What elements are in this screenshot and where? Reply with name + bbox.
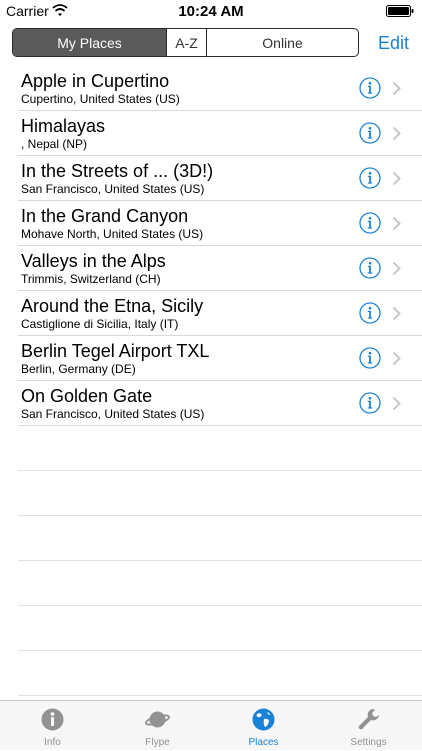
edit-button[interactable]: Edit	[378, 33, 409, 54]
place-subtitle: , Nepal (NP)	[21, 137, 88, 151]
list-item[interactable]: Berlin Tegel Airport TXL Berlin, Germany …	[0, 336, 422, 381]
nav-bar: My Places A-Z Online Edit	[0, 22, 422, 66]
globe-icon	[252, 708, 275, 731]
info-circle-icon[interactable]	[359, 167, 381, 189]
place-subtitle: Mohave North, United States (US)	[21, 227, 204, 241]
place-title: Apple in Cupertino	[21, 71, 170, 91]
empty-row	[0, 426, 422, 471]
place-subtitle: Berlin, Germany (DE)	[21, 362, 136, 376]
list-item[interactable]: Valleys in the Alps Trimmis, Switzerland …	[0, 246, 422, 291]
place-subtitle: San Francisco, United States (US)	[21, 407, 205, 421]
place-title: On Golden Gate	[21, 386, 153, 406]
info-circle-icon[interactable]	[359, 392, 381, 414]
chevron-right-icon	[392, 351, 401, 366]
list-item[interactable]: On Golden Gate San Francisco, United Stat…	[0, 381, 422, 426]
place-title: Valleys in the Alps	[21, 251, 166, 271]
place-subtitle: San Francisco, United States (US)	[21, 182, 205, 196]
segment-online[interactable]: Online	[207, 29, 358, 56]
segment-a-z[interactable]: A-Z	[166, 29, 207, 56]
tab-settings-label: Settings	[350, 737, 387, 748]
tab-bar: Info Flype Places Settings	[0, 700, 422, 750]
empty-row	[0, 606, 422, 651]
list-item[interactable]: Himalayas, Nepal (NP)	[0, 111, 422, 156]
status-bar: Carrier 10:24 AM	[0, 0, 422, 22]
info-circle-icon[interactable]	[359, 77, 381, 99]
tab-settings[interactable]: Settings	[316, 701, 421, 751]
tab-info-label: Info	[44, 737, 61, 748]
segmented-control: My Places A-Z Online	[12, 28, 359, 57]
info-circle-icon[interactable]	[359, 122, 381, 144]
place-title: In the Streets of ... (3D!)	[21, 161, 214, 181]
tab-flype[interactable]: Flype	[105, 701, 210, 751]
chevron-right-icon	[392, 261, 401, 276]
place-subtitle: Trimmis, Switzerland (CH)	[21, 272, 161, 286]
tab-info[interactable]: Info	[0, 701, 105, 751]
chevron-right-icon	[392, 396, 401, 411]
planet-icon	[145, 711, 170, 728]
tab-places-label: Places	[248, 737, 279, 748]
info-icon	[41, 708, 64, 731]
place-title: Around the Etna, Sicily	[21, 296, 204, 316]
empty-row	[0, 516, 422, 561]
tab-flype-label: Flype	[145, 737, 170, 748]
chevron-right-icon	[392, 126, 401, 141]
places-list: Apple in Cupertino Cupertino, United Stat…	[0, 66, 422, 696]
tab-places[interactable]: Places	[211, 701, 316, 751]
chevron-right-icon	[392, 81, 401, 96]
chevron-right-icon	[392, 306, 401, 321]
info-circle-icon[interactable]	[359, 212, 381, 234]
list-item[interactable]: Around the Etna, Sicily Castiglione di Si…	[0, 291, 422, 336]
info-circle-icon[interactable]	[359, 302, 381, 324]
place-title: Himalayas	[21, 116, 106, 136]
chevron-right-icon	[392, 216, 401, 231]
place-subtitle: Castiglione di Sicilia, Italy (IT)	[21, 317, 179, 331]
list-item[interactable]: In the Grand Canyon Mohave North, United …	[0, 201, 422, 246]
place-subtitle: Cupertino, United States (US)	[21, 92, 180, 106]
empty-row	[0, 561, 422, 606]
status-time: 10:24 AM	[178, 3, 244, 20]
wrench-icon	[358, 709, 379, 730]
chevron-right-icon	[392, 171, 401, 186]
info-circle-icon[interactable]	[359, 347, 381, 369]
info-circle-icon[interactable]	[359, 257, 381, 279]
empty-row	[0, 651, 422, 696]
battery-icon	[386, 5, 414, 17]
empty-row	[0, 471, 422, 516]
segment-my-places[interactable]: My Places	[13, 29, 166, 56]
place-title: In the Grand Canyon	[21, 206, 189, 226]
list-item[interactable]: In the Streets of ... (3D!) San Francisco…	[0, 156, 422, 201]
place-title: Berlin Tegel Airport TXL	[21, 341, 210, 361]
list-item[interactable]: Apple in Cupertino Cupertino, United Stat…	[0, 66, 422, 111]
